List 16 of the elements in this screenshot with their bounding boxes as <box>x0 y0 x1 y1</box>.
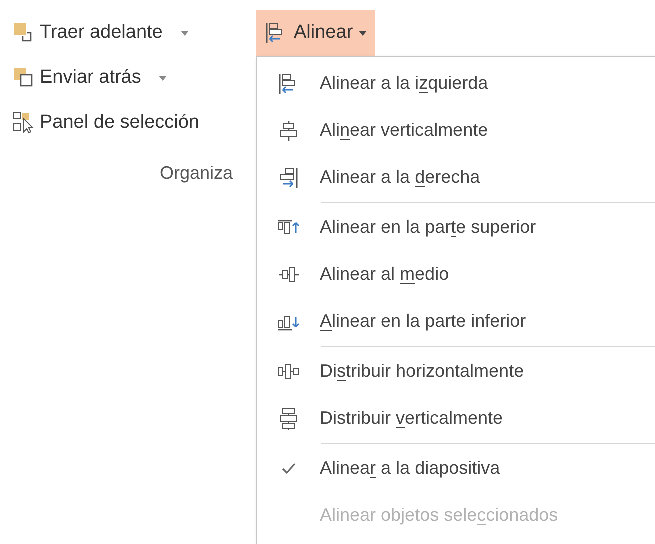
menu-item[interactable]: Alinear a la diapositiva <box>257 445 655 492</box>
menu-item[interactable]: Alinear en la parte superior <box>257 204 655 251</box>
group-label: Organiza <box>160 163 234 183</box>
menu-item[interactable]: Distribuir horizontalmente <box>257 348 655 395</box>
align-button[interactable]: Alinear <box>256 10 376 56</box>
menu-item[interactable]: Alinear en la parte inferior <box>257 298 655 345</box>
menu-item[interactable]: Alinear al medio <box>257 251 655 298</box>
menu-item[interactable]: Distribuir verticalmente <box>257 395 655 442</box>
caret-icon <box>359 30 368 36</box>
squares-cursor-icon <box>12 111 36 135</box>
menu-item[interactable]: Alinear a la derecha <box>257 154 655 201</box>
menu-item[interactable]: Alinear verticalmente <box>257 107 655 154</box>
ribbon-button[interactable]: Panel de selección <box>12 104 200 142</box>
ribbon-button[interactable]: Traer adelante <box>12 14 200 52</box>
menu-item[interactable]: Alinear a la izquierda <box>257 60 655 107</box>
ribbon-button[interactable]: Enviar atrás <box>12 59 200 97</box>
